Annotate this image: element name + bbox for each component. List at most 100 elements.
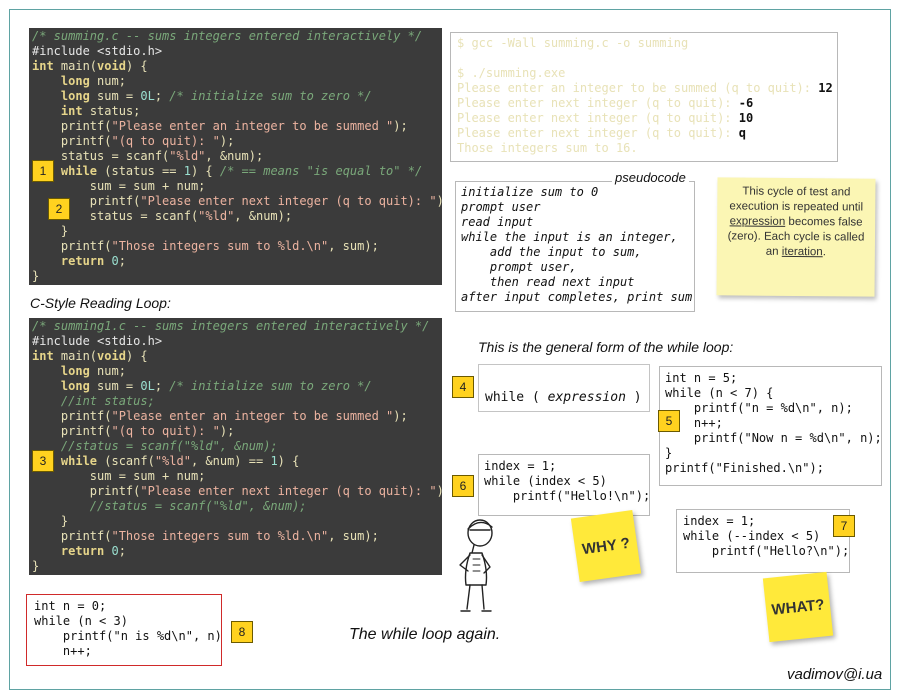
marker-7: 7 bbox=[833, 515, 855, 537]
code1-token: /* summing.c -- sums integers entered in… bbox=[32, 29, 423, 43]
code1-line: /* summing.c -- sums integers entered in… bbox=[32, 29, 442, 44]
code1-token: ; bbox=[118, 254, 126, 268]
pseudocode-line: read input bbox=[461, 215, 534, 229]
note-text-3: . bbox=[822, 246, 826, 259]
code2-token bbox=[104, 544, 111, 558]
code1-token: "(q to quit): " bbox=[111, 134, 220, 148]
code1-token: ) { bbox=[125, 59, 148, 73]
code1-token: sum = bbox=[89, 89, 141, 103]
code2-token: "Please enter next integer (q to quit): … bbox=[140, 484, 437, 498]
terminal-token: $ ./summing.exe bbox=[457, 66, 566, 80]
code1-token: "Please enter an integer to be summed " bbox=[111, 119, 394, 133]
code2-token: long bbox=[60, 364, 90, 378]
code2-token: ; bbox=[118, 544, 126, 558]
code1-token: #include <stdio.h> bbox=[32, 44, 163, 58]
while-loop-again-caption: The while loop again. bbox=[349, 626, 501, 643]
code2-token bbox=[32, 544, 61, 558]
marker-6: 6 bbox=[452, 475, 474, 497]
terminal-output: $ gcc -Wall summing.c -o summing $ ./sum… bbox=[450, 32, 838, 162]
code1-token: "Those integers sum to %ld.\n" bbox=[111, 239, 329, 253]
code1-token: 1 bbox=[183, 164, 191, 178]
example7-line: while (--index < 5) bbox=[683, 529, 821, 543]
note-expression-link: expression bbox=[729, 215, 786, 228]
marker-3: 3 bbox=[32, 450, 54, 472]
code2-token: return bbox=[60, 544, 105, 558]
code1-token: printf( bbox=[32, 239, 112, 253]
code2-token bbox=[32, 394, 61, 408]
why-sticky-note: WHY ? bbox=[570, 509, 642, 583]
example5-line: printf("n = %d\n", n); bbox=[665, 401, 853, 415]
code2-line: long sum = 0L; /* initialize sum to zero… bbox=[32, 379, 442, 394]
code1-token: } bbox=[32, 224, 69, 238]
code1-token: long bbox=[60, 89, 90, 103]
code2-token: long bbox=[60, 379, 90, 393]
code2-token: (scanf( bbox=[97, 454, 155, 468]
code2-token: } bbox=[32, 559, 40, 573]
marker-2: 2 bbox=[48, 198, 70, 220]
marker-4: 4 bbox=[452, 376, 474, 398]
code2-token: /* initialize sum to zero */ bbox=[169, 379, 372, 393]
code1-token: } bbox=[32, 269, 40, 283]
code2-token: , sum); bbox=[328, 529, 379, 543]
code1-token bbox=[32, 74, 61, 88]
example-8-box: int n = 0; while (n < 3) printf("n is %d\… bbox=[26, 594, 222, 666]
code-panel-summing: /* summing.c -- sums integers entered in… bbox=[29, 28, 442, 285]
code2-token: main( bbox=[53, 349, 98, 363]
terminal-token: q bbox=[738, 126, 746, 140]
code2-token: int bbox=[32, 349, 54, 363]
terminal-line: $ gcc -Wall summing.c -o summing bbox=[457, 36, 831, 51]
code2-token: //status = scanf("%ld", &num); bbox=[89, 499, 307, 513]
terminal-line: $ ./summing.exe bbox=[457, 66, 831, 81]
code1-token: "%ld" bbox=[169, 149, 206, 163]
code2-line: int main(void) { bbox=[32, 349, 442, 364]
code1-token: int bbox=[60, 104, 83, 118]
reading-loop-label: C-Style Reading Loop: bbox=[30, 295, 171, 311]
pseudocode-box: initialize sum to 0 prompt user read input… bbox=[455, 181, 695, 312]
pseudocode-line: then read next input bbox=[461, 275, 635, 289]
code2-token: printf( bbox=[32, 409, 112, 423]
code1-line: printf("Please enter next integer (q to … bbox=[32, 194, 442, 209]
code1-line: long sum = 0L; /* initialize sum to zero… bbox=[32, 89, 442, 104]
code1-line: int main(void) { bbox=[32, 59, 442, 74]
example6-line: while (index < 5) bbox=[484, 474, 607, 488]
code1-token bbox=[32, 104, 61, 118]
code1-token: /* == means "is equal to" */ bbox=[219, 164, 423, 178]
code1-token: status; bbox=[82, 104, 141, 118]
code1-token: int bbox=[32, 59, 54, 73]
code2-line: printf("Those integers sum to %ld.\n", s… bbox=[32, 529, 442, 544]
code2-token: printf( bbox=[32, 484, 141, 498]
code2-token: , &num) == bbox=[190, 454, 271, 468]
code2-token: //int status; bbox=[60, 394, 155, 408]
terminal-token: 10 bbox=[738, 111, 754, 125]
code1-line: status = scanf("%ld", &num); bbox=[32, 149, 442, 164]
code2-token bbox=[32, 364, 61, 378]
code1-token: printf( bbox=[32, 134, 112, 148]
code1-line: } bbox=[32, 269, 442, 284]
code2-token: ); bbox=[393, 409, 408, 423]
note-iteration-link: iteration bbox=[781, 245, 823, 259]
terminal-line: Please enter next integer (q to quit): q bbox=[457, 126, 831, 141]
example6-line: index = 1; bbox=[484, 459, 557, 473]
pseudocode-line: while the input is an integer, bbox=[461, 230, 678, 244]
code1-line: printf("(q to quit): "); bbox=[32, 134, 442, 149]
terminal-line: Please enter next integer (q to quit): 1… bbox=[457, 111, 831, 126]
code-panel-summing1: /* summing1.c -- sums integers entered i… bbox=[29, 318, 442, 575]
pseudocode-line: add the input to sum, bbox=[461, 245, 642, 259]
code2-token: #include <stdio.h> bbox=[32, 334, 163, 348]
code1-line: } bbox=[32, 224, 442, 239]
pseudocode-line: prompt user bbox=[461, 200, 541, 214]
author-signature: vadimov@i.ua bbox=[787, 666, 883, 683]
code2-token: ; bbox=[154, 379, 170, 393]
code1-token: sum = sum + num; bbox=[32, 179, 206, 193]
code1-line: printf("Please enter an integer to be su… bbox=[32, 119, 442, 134]
code1-token: printf( bbox=[32, 119, 112, 133]
example8-line: printf("n is %d\n", n); bbox=[34, 629, 222, 643]
marker-1: 1 bbox=[32, 160, 54, 182]
terminal-line: Please enter an integer to be summed (q … bbox=[457, 81, 833, 96]
code1-token: num; bbox=[89, 74, 126, 88]
example8-line: int n = 0; bbox=[34, 599, 107, 613]
example6-line: printf("Hello!\n"); bbox=[484, 489, 650, 503]
code1-token: ; bbox=[154, 89, 170, 103]
code1-token: /* initialize sum to zero */ bbox=[169, 89, 372, 103]
code2-token: ) { bbox=[277, 454, 300, 468]
